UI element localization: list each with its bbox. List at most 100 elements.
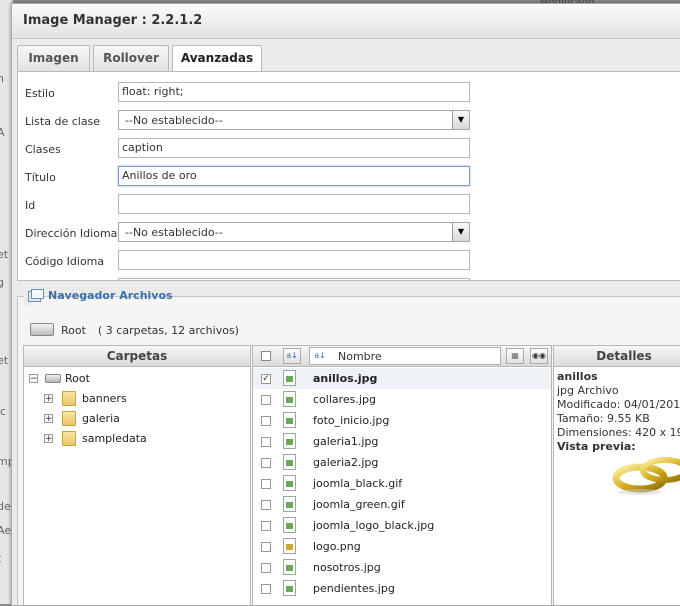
file-name[interactable]: galeria1.jpg (313, 435, 378, 448)
partial-input[interactable] (118, 278, 470, 280)
file-name[interactable]: pendientes.jpg (313, 582, 395, 595)
file-checkbox[interactable] (261, 521, 271, 531)
file-browser-legend: Navegador Archivos (24, 286, 173, 306)
file-checkbox[interactable] (261, 500, 271, 510)
file-row[interactable]: collares.jpg (253, 389, 551, 410)
background-fragment: et (0, 248, 9, 261)
image-manager-dialog: Image Manager : 2.2.1.2 Imagen Rollover … (11, 3, 680, 606)
file-row[interactable]: joomla_black.gif (253, 473, 551, 494)
dropdown-arrow-icon[interactable]: ▼ (452, 223, 469, 241)
background-fragment: A (0, 126, 5, 139)
file-name[interactable]: logo.png (313, 540, 361, 553)
background-fragment: et (0, 354, 9, 367)
folder-icon (62, 431, 76, 446)
file-checkbox[interactable] (261, 479, 271, 489)
search-binoculars-icon[interactable]: ◉◉ (530, 348, 548, 364)
file-checkbox[interactable] (261, 437, 271, 447)
codigo-idioma-input[interactable] (118, 250, 470, 270)
file-checkbox[interactable] (261, 458, 271, 468)
tree-folder-galeria[interactable]: + galeria (24, 410, 244, 428)
tree-folder-sampledata[interactable]: + sampledata (24, 430, 244, 448)
file-name[interactable]: joomla_green.gif (313, 498, 405, 511)
estilo-input[interactable]: float: right; (118, 82, 470, 102)
expand-icon[interactable]: + (44, 414, 53, 424)
estilo-label: Estilo (25, 87, 55, 100)
folders-header: Carpetas (24, 346, 250, 367)
folder-file-count: ( 3 carpetas, 12 archivos) (98, 324, 239, 337)
dropdown-arrow-icon[interactable]: ▼ (452, 111, 469, 129)
file-name[interactable]: joomla_logo_black.jpg (313, 519, 434, 532)
collapse-icon[interactable]: − (29, 374, 38, 384)
file-checkbox[interactable] (261, 563, 271, 573)
tree-folder-banners[interactable]: + banners (24, 390, 244, 408)
drive-icon (45, 374, 61, 383)
file-row[interactable]: pendientes.jpg (253, 578, 551, 599)
lista-clase-select[interactable]: --No establecido-- ▼ (118, 110, 470, 130)
file-name[interactable]: joomla_black.gif (313, 477, 402, 490)
tab-rollover[interactable]: Rollover (93, 45, 169, 71)
view-mode-icon[interactable]: ▦ (506, 348, 524, 364)
file-row[interactable]: galeria2.jpg (253, 452, 551, 473)
tree-folder-label: sampledata (82, 432, 147, 445)
background-fragment: g (0, 276, 4, 289)
folder-icon (62, 391, 76, 406)
file-name[interactable]: foto_inicio.jpg (313, 414, 389, 427)
tab-imagen[interactable]: Imagen (17, 45, 90, 71)
details-size: Tamaño: 9.55 KB (557, 412, 650, 425)
sort-name-icon: a↓ (314, 351, 326, 360)
image-file-icon (283, 496, 296, 512)
select-all-checkbox[interactable] (261, 351, 271, 361)
row-lista-clase: Lista de clase --No establecido-- ▼ (18, 107, 680, 135)
image-file-icon (283, 475, 296, 491)
file-checkbox[interactable] (261, 416, 271, 426)
dialog-titlebar[interactable]: Image Manager : 2.2.1.2 (12, 4, 680, 39)
file-checkbox[interactable]: ✓ (261, 374, 271, 384)
file-row[interactable]: nosotros.jpg (253, 557, 551, 578)
details-body: anillos jpg Archivo Modificado: 04/01/20… (557, 370, 680, 454)
name-sort-header[interactable]: a↓ Nombre (309, 347, 501, 365)
image-preview (612, 457, 680, 495)
file-row[interactable]: joomla_logo_black.jpg (253, 515, 551, 536)
background-fragment: t (0, 552, 1, 565)
image-file-icon (283, 454, 296, 470)
tab-avanzadas[interactable]: Avanzadas (172, 45, 262, 73)
image-file-icon (283, 580, 296, 596)
id-input[interactable] (118, 194, 470, 214)
direccion-idioma-select[interactable]: --No establecido-- ▼ (118, 222, 470, 242)
direccion-idioma-label: Dirección Idioma (25, 227, 118, 240)
file-browser-icon (28, 289, 44, 302)
clases-label: Clases (25, 143, 61, 156)
file-checkbox[interactable] (261, 584, 271, 594)
file-row[interactable]: logo.png (253, 536, 551, 557)
titulo-input[interactable]: Anillos de oro (118, 166, 470, 186)
file-name[interactable]: nosotros.jpg (313, 561, 381, 574)
background-fragment: ic (0, 405, 7, 418)
file-row[interactable]: joomla_green.gif (253, 494, 551, 515)
image-file-icon (283, 391, 296, 407)
file-browser: Root ( 3 carpetas, 12 archivos) Carpetas… (17, 296, 680, 605)
expand-icon[interactable]: + (44, 434, 53, 444)
file-row[interactable]: ✓ anillos.jpg (253, 368, 551, 389)
background-fragment: n (0, 72, 4, 85)
file-name[interactable]: galeria2.jpg (313, 456, 378, 469)
details-column: Detalles anillos jpg Archivo Modificado:… (553, 345, 680, 605)
codigo-idioma-label: Código Idioma (25, 255, 105, 268)
file-row[interactable]: galeria1.jpg (253, 431, 551, 452)
sort-extension-icon[interactable]: a↓ (283, 348, 301, 364)
files-column: a↓ a↓ Nombre ▦ ◉◉ ✓ anillos.jpg collares.j… (252, 345, 552, 605)
file-checkbox[interactable] (261, 395, 271, 405)
details-modified: Modificado: 04/01/2013 (557, 398, 680, 411)
clases-input[interactable]: caption (118, 138, 470, 158)
tree-folder-label: galeria (82, 412, 120, 425)
lista-clase-value: --No establecido-- (125, 114, 223, 127)
file-row[interactable]: foto_inicio.jpg (253, 410, 551, 431)
tree-root[interactable]: − Root (24, 370, 244, 388)
file-name[interactable]: collares.jpg (313, 393, 376, 406)
row-estilo: Estilo float: right; (18, 79, 680, 107)
image-file-icon (283, 370, 296, 386)
file-name[interactable]: anillos.jpg (313, 372, 377, 385)
path-root[interactable]: Root (61, 324, 86, 337)
folder-icon (62, 411, 76, 426)
file-checkbox[interactable] (261, 542, 271, 552)
expand-icon[interactable]: + (44, 394, 53, 404)
